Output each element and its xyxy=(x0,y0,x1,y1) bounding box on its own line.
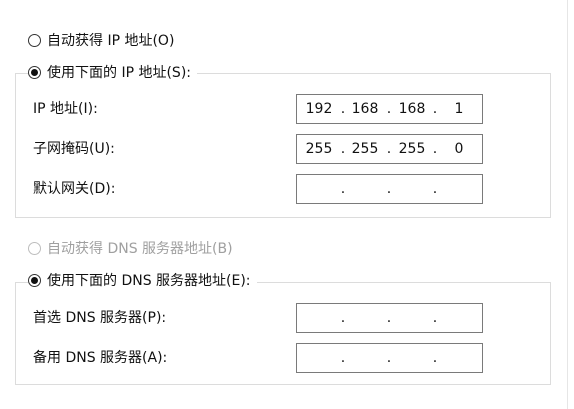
gateway-octet-2[interactable] xyxy=(349,175,381,203)
preferred-dns-label: 首选 DNS 服务器(P): xyxy=(33,310,167,326)
mask-octet-3[interactable]: 255 xyxy=(396,135,428,163)
mask-dot-2: . xyxy=(386,141,392,157)
adns-octet-2[interactable] xyxy=(349,344,381,372)
mask-dot-1: . xyxy=(340,141,346,157)
subnet-mask-label: 子网掩码(U): xyxy=(33,141,115,157)
gateway-dot-2: . xyxy=(386,181,392,197)
default-gateway-field[interactable]: . . . xyxy=(296,174,483,204)
ip-octet-2[interactable]: 168 xyxy=(349,95,381,123)
auto-dns-label: 自动获得 DNS 服务器地址(B) xyxy=(47,241,233,257)
mask-octet-2[interactable]: 255 xyxy=(349,135,381,163)
pdns-octet-2[interactable] xyxy=(349,304,381,332)
pdns-dot-3: . xyxy=(432,310,438,326)
ip-dot-3: . xyxy=(432,101,438,117)
pdns-dot-2: . xyxy=(386,310,392,326)
gateway-octet-3[interactable] xyxy=(396,175,428,203)
gateway-octet-1[interactable] xyxy=(303,175,335,203)
ip-address-field[interactable]: 192 . 168 . 168 . 1 xyxy=(296,94,483,124)
auto-ip-label: 自动获得 IP 地址(O) xyxy=(47,33,175,49)
manual-dns-radio-circle[interactable] xyxy=(28,273,41,287)
mask-octet-1[interactable]: 255 xyxy=(303,135,335,163)
adns-dot-1: . xyxy=(340,350,346,366)
subnet-mask-field[interactable]: 255 . 255 . 255 . 0 xyxy=(296,134,483,164)
alternate-dns-label: 备用 DNS 服务器(A): xyxy=(33,350,168,366)
manual-ip-radio-circle[interactable] xyxy=(28,65,41,79)
ip-octet-3[interactable]: 168 xyxy=(396,95,428,123)
ip-address-label: IP 地址(I): xyxy=(33,101,98,117)
auto-dns-radio-circle[interactable] xyxy=(28,241,41,255)
pdns-octet-1[interactable] xyxy=(303,304,335,332)
manual-dns-label: 使用下面的 DNS 服务器地址(E): xyxy=(47,273,251,289)
auto-ip-radio-circle[interactable] xyxy=(28,33,41,47)
manual-ip-radio[interactable]: 使用下面的 IP 地址(S): xyxy=(28,62,197,82)
adns-octet-3[interactable] xyxy=(396,344,428,372)
preferred-dns-field[interactable]: . . . xyxy=(296,303,483,333)
ip-dot-1: . xyxy=(340,101,346,117)
pdns-dot-1: . xyxy=(340,310,346,326)
alternate-dns-field[interactable]: . . . xyxy=(296,343,483,373)
pdns-octet-3[interactable] xyxy=(396,304,428,332)
ip-octet-4[interactable]: 1 xyxy=(443,95,475,123)
default-gateway-label: 默认网关(D): xyxy=(33,181,116,197)
pdns-octet-4[interactable] xyxy=(443,304,475,332)
adns-dot-3: . xyxy=(432,350,438,366)
adns-octet-1[interactable] xyxy=(303,344,335,372)
manual-ip-label: 使用下面的 IP 地址(S): xyxy=(47,65,191,81)
auto-ip-radio[interactable]: 自动获得 IP 地址(O) xyxy=(28,30,181,50)
mask-dot-3: . xyxy=(432,141,438,157)
gateway-dot-3: . xyxy=(432,181,438,197)
gateway-dot-1: . xyxy=(340,181,346,197)
adns-octet-4[interactable] xyxy=(443,344,475,372)
auto-dns-radio[interactable]: 自动获得 DNS 服务器地址(B) xyxy=(28,238,239,258)
ip-octet-1[interactable]: 192 xyxy=(303,95,335,123)
mask-octet-4[interactable]: 0 xyxy=(443,135,475,163)
manual-dns-radio[interactable]: 使用下面的 DNS 服务器地址(E): xyxy=(28,270,257,290)
ip-dot-2: . xyxy=(386,101,392,117)
window-edge xyxy=(567,0,568,409)
adns-dot-2: . xyxy=(386,350,392,366)
gateway-octet-4[interactable] xyxy=(443,175,475,203)
